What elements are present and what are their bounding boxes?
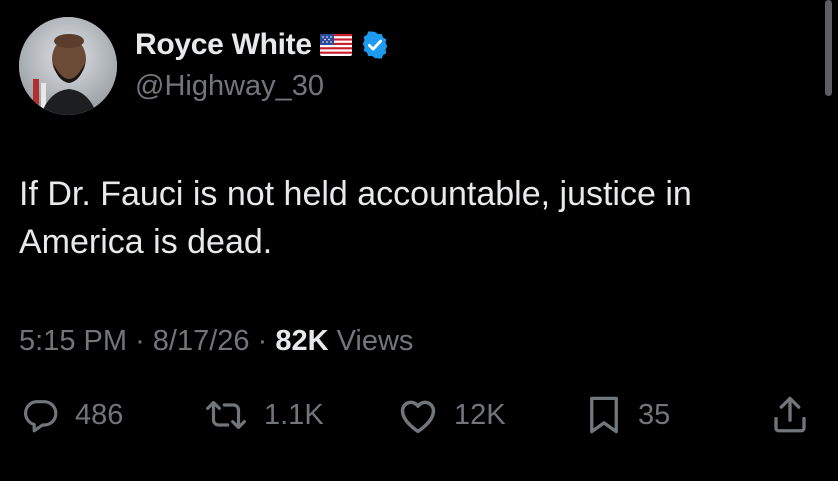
views-label: Views bbox=[336, 325, 414, 357]
meta-separator: · bbox=[135, 325, 153, 357]
like-count: 12K bbox=[454, 398, 506, 431]
bookmark-button[interactable]: 35 bbox=[584, 392, 670, 438]
share-button[interactable] bbox=[770, 392, 810, 438]
repost-button[interactable]: 1.1K bbox=[202, 392, 324, 438]
tweet-date[interactable]: 8/17/26 bbox=[153, 325, 250, 357]
like-button[interactable]: 12K bbox=[396, 392, 506, 438]
bookmark-count: 35 bbox=[638, 398, 671, 431]
reply-icon bbox=[19, 395, 61, 435]
avatar[interactable] bbox=[19, 17, 117, 115]
flag-icon bbox=[319, 34, 352, 56]
repost-icon bbox=[202, 395, 250, 435]
share-icon bbox=[770, 394, 810, 436]
avatar-image bbox=[19, 17, 117, 115]
meta-separator: · bbox=[257, 325, 276, 357]
tweet-time[interactable]: 5:15 PM bbox=[19, 325, 127, 357]
bookmark-icon bbox=[584, 394, 624, 436]
action-bar: 486 1.1K 12K 35 bbox=[0, 392, 838, 438]
tweet-text: If Dr. Fauci is not held accountable, ju… bbox=[19, 175, 692, 261]
author-name-row: Royce White bbox=[135, 26, 390, 64]
tweet-card: Royce White @Highway_30 If Dr. Fauci is … bbox=[0, 0, 838, 481]
tweet-meta: 5:15 PM · 8/17/26 · 82K Views bbox=[19, 325, 413, 358]
reply-button[interactable]: 486 bbox=[19, 392, 123, 438]
scrollbar-thumb[interactable] bbox=[825, 0, 832, 96]
repost-count: 1.1K bbox=[264, 398, 324, 431]
author-display-name[interactable]: Royce White bbox=[135, 28, 312, 62]
like-icon bbox=[396, 395, 440, 435]
views-count: 82K bbox=[275, 325, 329, 357]
author-handle[interactable]: @Highway_30 bbox=[135, 70, 324, 103]
verified-icon bbox=[360, 30, 390, 60]
reply-count: 486 bbox=[75, 398, 124, 431]
